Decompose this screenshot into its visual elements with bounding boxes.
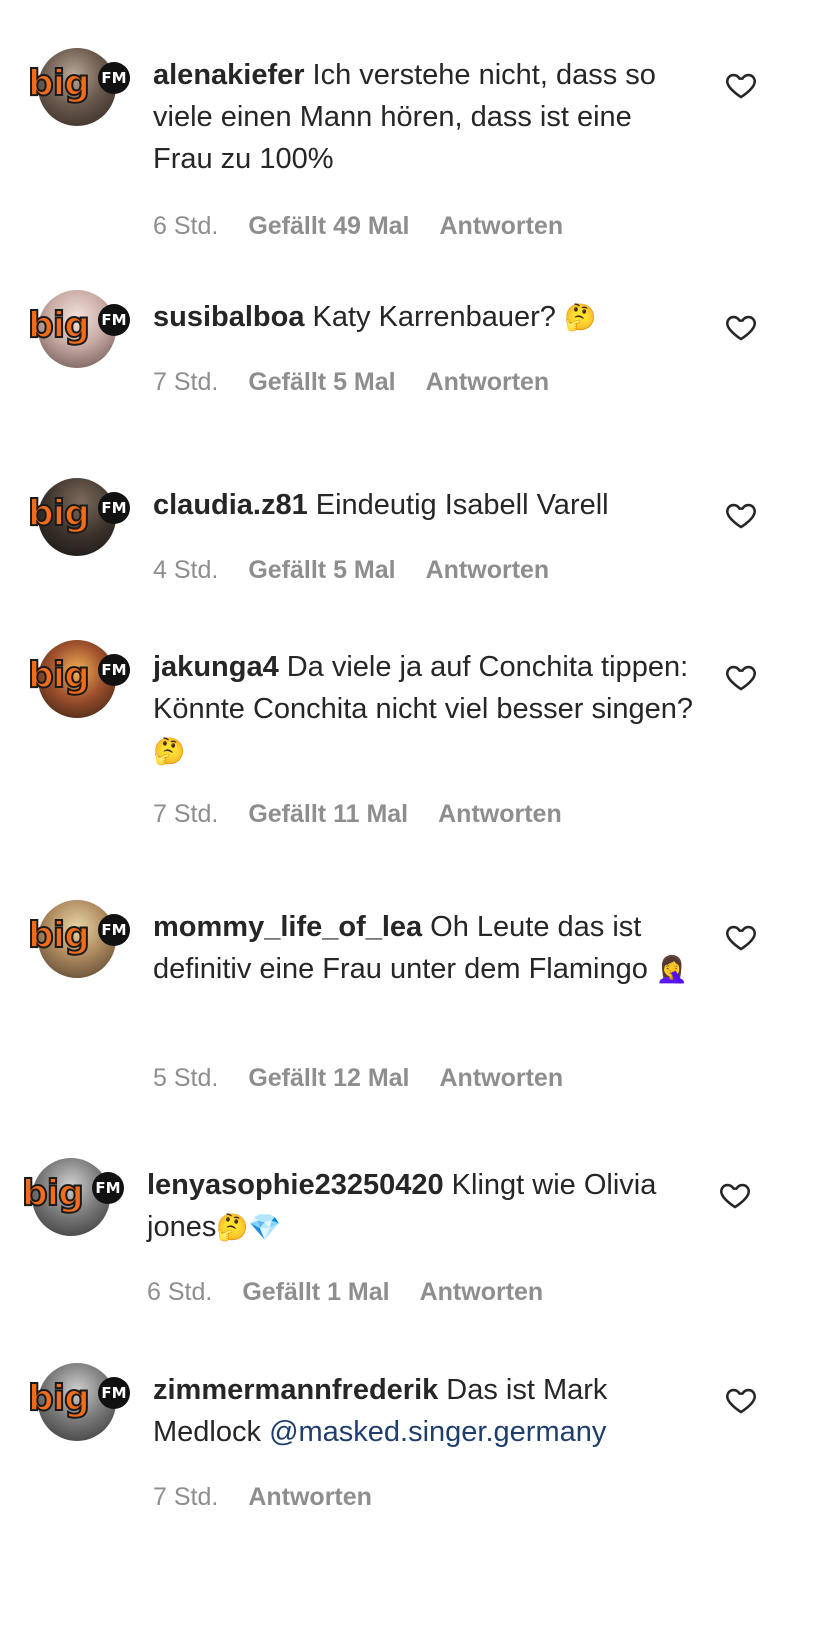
heart-outline-icon[interactable] (724, 660, 758, 694)
heart-outline-icon[interactable] (724, 920, 758, 954)
heart-outline-icon[interactable] (718, 1178, 752, 1212)
comment-body: Eindeutig Isabell Varell (315, 489, 609, 521)
bigfm-logo: big (27, 305, 91, 346)
comment-time[interactable]: 7 Std. (153, 1483, 218, 1512)
comment-meta: 7 Std. Antworten (153, 1483, 372, 1512)
heart-outline-icon[interactable] (724, 310, 758, 344)
thinking-diamond-emoji: 🤔💎 (216, 1213, 282, 1243)
comment-meta: 6 Std. Gefällt 49 Mal Antworten (153, 212, 563, 241)
comment-meta: 4 Std. Gefällt 5 Mal Antworten (153, 556, 549, 585)
reply-button[interactable]: Antworten (426, 556, 550, 585)
comment-time[interactable]: 6 Std. (147, 1278, 212, 1307)
comment-username[interactable]: mommy_life_of_lea (153, 911, 422, 943)
avatar[interactable]: big FM (27, 900, 130, 978)
bigfm-logo: big (21, 1173, 85, 1214)
bigfm-logo: big (27, 63, 91, 104)
heart-outline-icon[interactable] (724, 498, 758, 532)
heart-outline-icon[interactable] (724, 68, 758, 102)
comment-username[interactable]: jakunga4 (153, 651, 279, 683)
fm-badge: FM (92, 1172, 124, 1204)
comment-time[interactable]: 4 Std. (153, 556, 218, 585)
mention-link[interactable]: @masked.singer.germany (269, 1416, 606, 1448)
reply-button[interactable]: Antworten (440, 1064, 564, 1093)
thinking-emoji: 🤔 (153, 737, 186, 767)
comment-username[interactable]: susibalboa (153, 301, 305, 333)
comment-username[interactable]: lenyasophie23250420 (147, 1169, 444, 1201)
comment-likes[interactable]: Gefällt 1 Mal (242, 1278, 389, 1307)
reply-button[interactable]: Antworten (440, 212, 564, 241)
reply-button[interactable]: Antworten (426, 368, 550, 397)
reply-button[interactable]: Antworten (420, 1278, 544, 1307)
fm-badge: FM (98, 492, 130, 524)
comment-time[interactable]: 7 Std. (153, 368, 218, 397)
avatar[interactable]: big FM (27, 48, 130, 126)
avatar[interactable]: big FM (27, 640, 130, 718)
thinking-emoji: 🤔 (564, 303, 597, 333)
comment-meta: 5 Std. Gefällt 12 Mal Antworten (153, 1064, 563, 1093)
bigfm-logo: big (27, 915, 91, 956)
comment-text: claudia.z81 Eindeutig Isabell Varell (153, 484, 698, 526)
comment-likes[interactable]: Gefällt 12 Mal (248, 1064, 409, 1093)
facepalm-emoji: 🤦‍♀️ (655, 955, 689, 985)
comment-username[interactable]: zimmermannfrederik (153, 1374, 438, 1406)
bigfm-logo: big (27, 493, 91, 534)
heart-outline-icon[interactable] (724, 1383, 758, 1417)
fm-badge: FM (98, 62, 130, 94)
comment-body: Katy Karrenbauer? (312, 301, 556, 333)
avatar[interactable]: big FM (27, 1363, 130, 1441)
comment-likes[interactable]: Gefällt 5 Mal (248, 556, 395, 585)
reply-button[interactable]: Antworten (438, 800, 562, 829)
comment-likes[interactable]: Gefällt 11 Mal (248, 800, 408, 829)
comment-text: susibalboa Katy Karrenbauer? 🤔 (153, 296, 698, 339)
comment-username[interactable]: alenakiefer (153, 59, 305, 91)
fm-badge: FM (98, 654, 130, 686)
avatar[interactable]: big FM (21, 1158, 124, 1236)
comment-time[interactable]: 6 Std. (153, 212, 218, 241)
comment-meta: 7 Std. Gefällt 5 Mal Antworten (153, 368, 549, 397)
comment-text: jakunga4 Da viele ja auf Conchita tippen:… (153, 646, 698, 773)
comment-time[interactable]: 5 Std. (153, 1064, 218, 1093)
bigfm-logo: big (27, 655, 91, 696)
comment-text: mommy_life_of_lea Oh Leute das ist defini… (153, 906, 698, 991)
fm-badge: FM (98, 914, 130, 946)
comment-likes[interactable]: Gefällt 5 Mal (248, 368, 395, 397)
comment-text: zimmermannfrederik Das ist Mark Medlock @… (153, 1369, 698, 1453)
comment-text: lenyasophie23250420 Klingt wie Olivia jon… (147, 1164, 692, 1249)
fm-badge: FM (98, 1377, 130, 1409)
avatar[interactable]: big FM (27, 290, 130, 368)
comment-likes[interactable]: Gefällt 49 Mal (248, 212, 409, 241)
reply-button[interactable]: Antworten (248, 1483, 372, 1512)
comment-text: alenakiefer Ich verstehe nicht, dass so v… (153, 54, 698, 180)
comment-meta: 7 Std. Gefällt 11 Mal Antworten (153, 800, 562, 829)
avatar[interactable]: big FM (27, 478, 130, 556)
bigfm-logo: big (27, 1378, 91, 1419)
comment-username[interactable]: claudia.z81 (153, 489, 308, 521)
comment-time[interactable]: 7 Std. (153, 800, 218, 829)
fm-badge: FM (98, 304, 130, 336)
comment-meta: 6 Std. Gefällt 1 Mal Antworten (147, 1278, 543, 1307)
